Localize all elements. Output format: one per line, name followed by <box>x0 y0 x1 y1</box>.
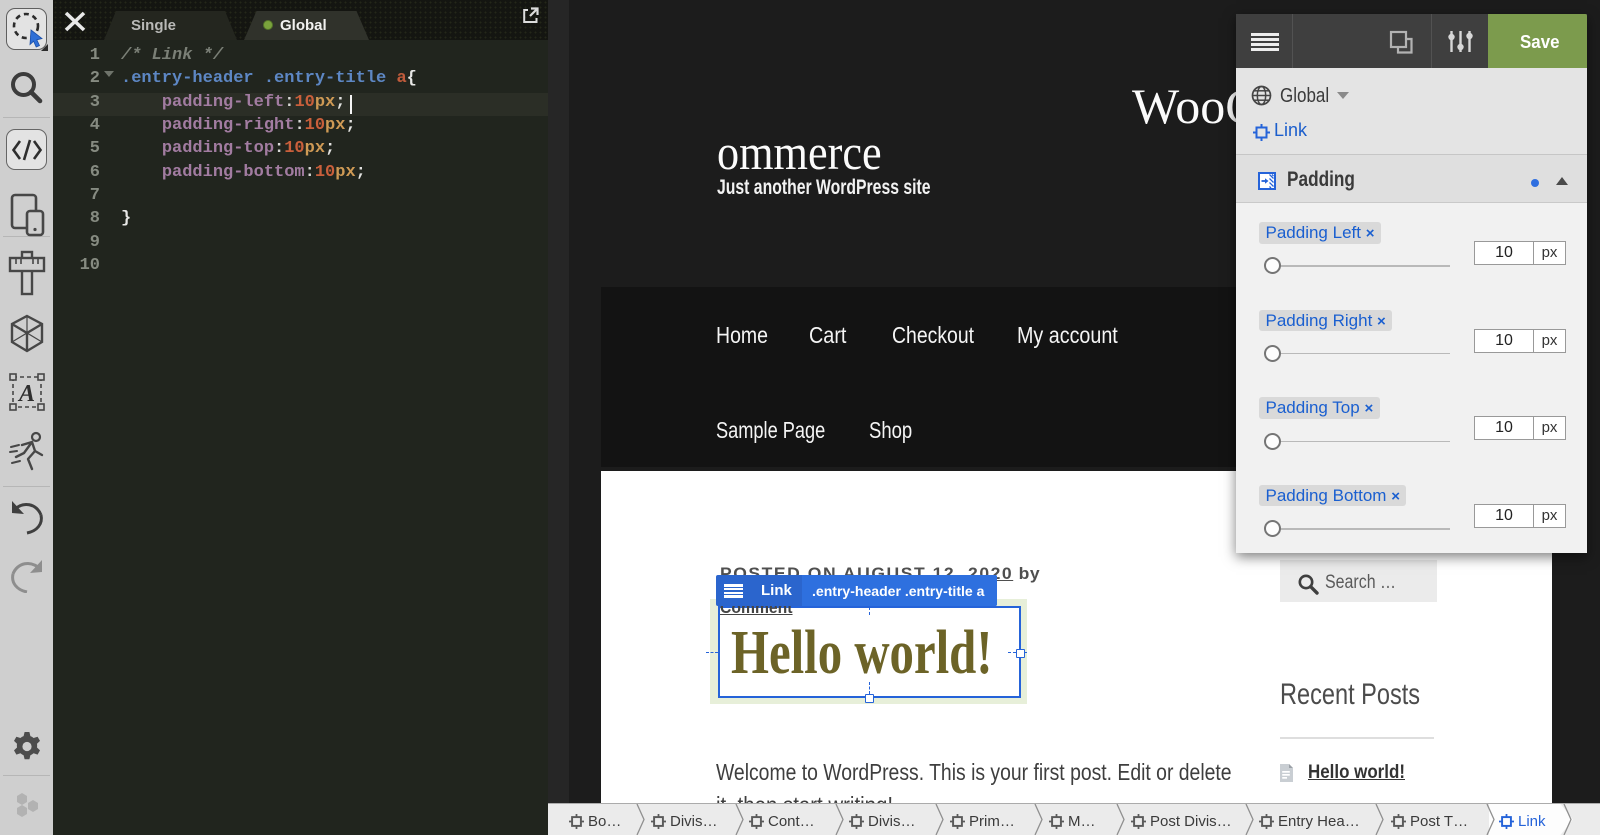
svg-text:A: A <box>17 381 35 407</box>
